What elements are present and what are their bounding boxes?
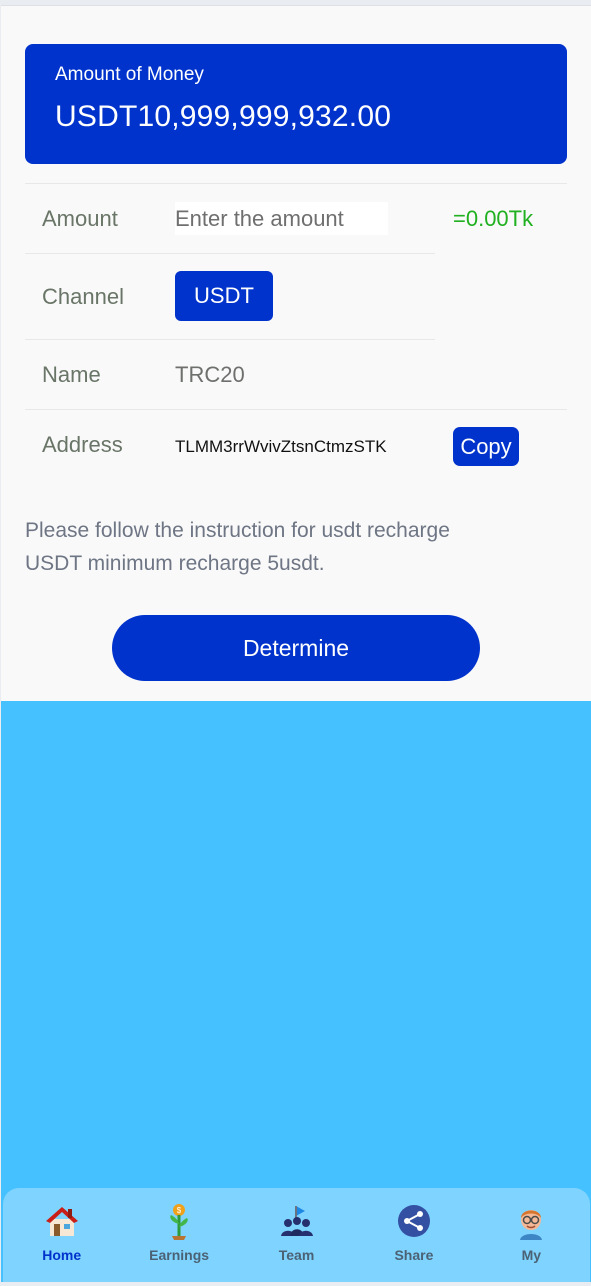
copy-button[interactable]: Copy bbox=[453, 427, 519, 466]
form-divider bbox=[25, 183, 567, 184]
address-value: TLMM3rrWvivZtsnCtmzSTK bbox=[175, 437, 387, 456]
name-value: TRC20 bbox=[175, 362, 245, 387]
channel-usdt-button[interactable]: USDT bbox=[175, 271, 273, 321]
balance-card: Amount of Money USDT10,999,999,932.00 bbox=[25, 44, 567, 164]
determine-button[interactable]: Determine bbox=[112, 615, 480, 681]
top-divider bbox=[1, 5, 591, 6]
money-plant-icon: $ bbox=[170, 1204, 188, 1240]
nav-label: Share bbox=[394, 1247, 434, 1263]
svg-text:$: $ bbox=[177, 1206, 182, 1215]
share-icon bbox=[397, 1205, 430, 1237]
name-label: Name bbox=[42, 362, 101, 387]
form-divider bbox=[25, 253, 435, 254]
house-icon bbox=[45, 1207, 78, 1236]
form-divider bbox=[25, 409, 567, 410]
nav-team[interactable]: Team bbox=[238, 1188, 355, 1282]
instruction-line: USDT minimum recharge 5usdt. bbox=[25, 552, 325, 575]
nav-earnings[interactable]: $ Earnings bbox=[120, 1188, 237, 1282]
channel-label: Channel bbox=[42, 284, 124, 309]
nav-share[interactable]: Share bbox=[355, 1188, 472, 1282]
amount-input[interactable] bbox=[175, 202, 388, 235]
nav-label: My bbox=[521, 1247, 542, 1263]
balance-value: USDT10,999,999,932.00 bbox=[55, 100, 392, 133]
amount-label: Amount bbox=[42, 206, 118, 231]
nav-label: Earnings bbox=[149, 1247, 210, 1263]
balance-title: Amount of Money bbox=[55, 64, 204, 85]
team-icon bbox=[280, 1206, 313, 1236]
bottom-nav: Home $ Earnings Team Share My bbox=[3, 1188, 590, 1282]
recharge-page: Amount of Money USDT10,999,999,932.00 Am… bbox=[1, 5, 591, 1282]
nav-my[interactable]: My bbox=[473, 1188, 590, 1282]
instruction-line: Please follow the instruction for usdt r… bbox=[25, 519, 450, 542]
instructions: Please follow the instruction for usdt r… bbox=[25, 514, 545, 580]
address-label: Address bbox=[42, 432, 123, 457]
nav-home[interactable]: Home bbox=[3, 1188, 120, 1282]
avatar-icon bbox=[520, 1210, 543, 1240]
nav-label: Team bbox=[278, 1247, 315, 1263]
form-divider bbox=[25, 339, 435, 340]
converted-amount: =0.00Tk bbox=[453, 206, 534, 231]
nav-label: Home bbox=[42, 1247, 82, 1263]
